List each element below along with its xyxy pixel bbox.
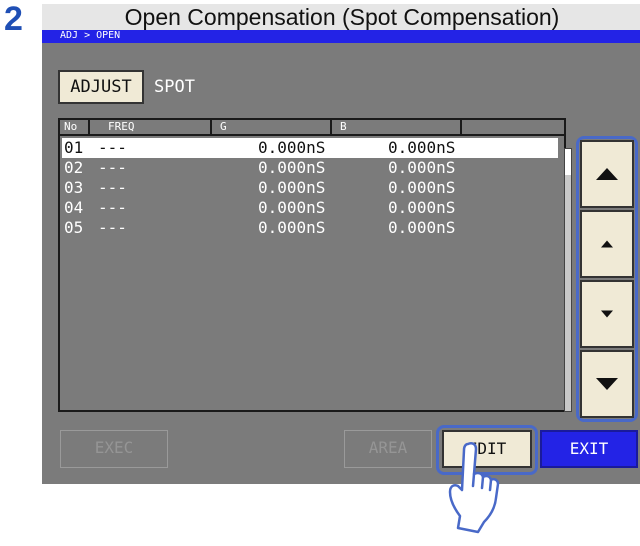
- adjust-button[interactable]: ADJUST: [58, 70, 144, 104]
- step-heading: Open Compensation (Spot Compensation): [42, 4, 640, 30]
- step-number: 2: [4, 0, 23, 38]
- row-b: 0.000nS: [388, 138, 456, 157]
- header-divider: [210, 120, 212, 134]
- header-b: B: [340, 120, 347, 133]
- row-b: 0.000nS: [388, 198, 456, 217]
- header-divider: [460, 120, 462, 134]
- mode-label: SPOT: [154, 77, 195, 97]
- row-g: 0.000nS: [258, 198, 326, 217]
- row-freq: ---: [98, 198, 127, 217]
- pointing-hand-icon: [448, 441, 500, 534]
- row-no: 03: [64, 178, 84, 197]
- header-freq: FREQ: [108, 120, 135, 133]
- row-g: 0.000nS: [258, 218, 326, 237]
- table-row[interactable]: 03 --- 0.000nS 0.000nS: [62, 178, 558, 198]
- row-freq: ---: [98, 138, 127, 157]
- table-row[interactable]: 05 --- 0.000nS 0.000nS: [62, 218, 558, 238]
- breadcrumb: ADJ > OPEN: [42, 30, 640, 43]
- row-freq: ---: [98, 178, 127, 197]
- header-divider: [330, 120, 332, 134]
- page-down-icon: [596, 378, 618, 390]
- scroll-thumb[interactable]: [565, 149, 571, 175]
- header-g: G: [220, 120, 227, 133]
- exec-button[interactable]: EXEC: [60, 430, 168, 468]
- area-button[interactable]: AREA: [344, 430, 432, 468]
- row-no: 01: [64, 138, 84, 157]
- row-g: 0.000nS: [258, 138, 326, 157]
- row-no: 02: [64, 158, 84, 177]
- row-no: 05: [64, 218, 84, 237]
- row-b: 0.000nS: [388, 158, 456, 177]
- row-b: 0.000nS: [388, 178, 456, 197]
- header-divider: [88, 120, 90, 134]
- table-row[interactable]: 01 --- 0.000nS 0.000nS: [62, 138, 558, 158]
- exit-button[interactable]: EXIT: [540, 430, 638, 468]
- line-up-button[interactable]: [580, 210, 634, 278]
- line-down-icon: [601, 310, 613, 318]
- row-g: 0.000nS: [258, 178, 326, 197]
- table-row[interactable]: 04 --- 0.000nS 0.000nS: [62, 198, 558, 218]
- table-row[interactable]: 02 --- 0.000nS 0.000nS: [62, 158, 558, 178]
- row-g: 0.000nS: [258, 158, 326, 177]
- row-no: 04: [64, 198, 84, 217]
- page-down-button[interactable]: [580, 350, 634, 418]
- scrollbar[interactable]: [564, 148, 572, 412]
- row-freq: ---: [98, 218, 127, 237]
- header-no: No: [64, 120, 78, 133]
- instrument-screen: ADJ > OPEN ADJUST SPOT No FREQ G B 01 --…: [42, 30, 640, 484]
- page-up-icon: [596, 168, 618, 180]
- row-freq: ---: [98, 158, 127, 177]
- line-up-icon: [601, 240, 613, 248]
- row-b: 0.000nS: [388, 218, 456, 237]
- line-down-button[interactable]: [580, 280, 634, 348]
- table-header: No FREQ G B: [60, 120, 564, 136]
- page-up-button[interactable]: [580, 140, 634, 208]
- compensation-table: No FREQ G B 01 --- 0.000nS 0.000nS 02 --…: [58, 118, 566, 412]
